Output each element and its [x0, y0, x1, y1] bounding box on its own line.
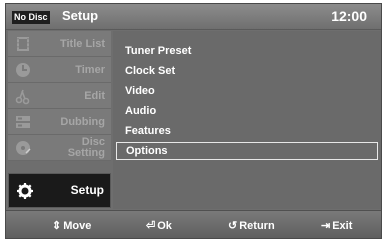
exit-icon: ⇥ — [321, 220, 331, 232]
sidebar-item-setup[interactable]: Setup — [8, 173, 111, 208]
sidebar-item-label: Dubbing — [60, 116, 105, 128]
move-label: Move — [63, 220, 92, 232]
exit-hint: ⇥ Exit — [321, 219, 352, 232]
ok-label: Ok — [157, 220, 172, 232]
return-hint: ↺ Return — [228, 219, 275, 232]
return-arrow-icon: ↺ — [228, 220, 238, 232]
exit-label: Exit — [332, 220, 353, 232]
return-label: Return — [239, 220, 275, 232]
setup-menu-window: No Disc Setup 12:00 Title List Timer Edi… — [5, 3, 382, 239]
menu-item-options[interactable]: Options — [116, 142, 378, 160]
sidebar-item-label: Title List — [59, 38, 105, 50]
disc-icon — [16, 141, 31, 155]
sidebar-item-disc-setting[interactable]: Disc Setting — [8, 135, 111, 161]
ok-enter-icon: ⏎ — [146, 220, 156, 232]
header-bar: No Disc Setup 12:00 — [6, 4, 381, 30]
sidebar-item-edit[interactable]: Edit — [8, 83, 111, 109]
timer-icon — [16, 63, 30, 77]
setup-options-list: Tuner Preset Clock Set Video Audio Featu… — [113, 31, 381, 209]
menu-item-audio[interactable]: Audio — [116, 102, 378, 120]
sidebar-item-dubbing[interactable]: Dubbing — [8, 109, 111, 135]
page-title: Setup — [62, 8, 99, 23]
disc-status-badge: No Disc — [12, 11, 50, 24]
film-icon — [17, 37, 29, 51]
menu-item-tuner-preset[interactable]: Tuner Preset — [116, 42, 378, 60]
sidebar: Title List Timer Edit Dubbing Disc Setti… — [8, 31, 111, 209]
footer-bar: ⇕ Move ⏎ Ok ↺ Return ⇥ Exit — [6, 210, 381, 238]
sidebar-item-title-list[interactable]: Title List — [8, 31, 111, 57]
move-hint: ⇕ Move — [52, 219, 91, 232]
clock-display: 12:00 — [331, 8, 367, 24]
menu-item-clock-set[interactable]: Clock Set — [116, 62, 378, 80]
gear-icon — [17, 183, 33, 199]
sidebar-item-label-line2: Setting — [67, 147, 105, 159]
scissors-icon — [15, 89, 30, 105]
updown-arrow-icon: ⇕ — [52, 220, 62, 232]
menu-item-features[interactable]: Features — [116, 122, 378, 140]
sidebar-item-label: Setup — [70, 183, 104, 197]
menu-item-video[interactable]: Video — [116, 82, 378, 100]
sidebar-item-label: Disc Setting — [68, 137, 105, 159]
sidebar-item-label: Edit — [84, 90, 105, 102]
dubbing-icon — [16, 116, 30, 128]
sidebar-item-label: Timer — [75, 64, 105, 76]
ok-hint: ⏎ Ok — [146, 219, 172, 232]
sidebar-item-timer[interactable]: Timer — [8, 57, 111, 83]
